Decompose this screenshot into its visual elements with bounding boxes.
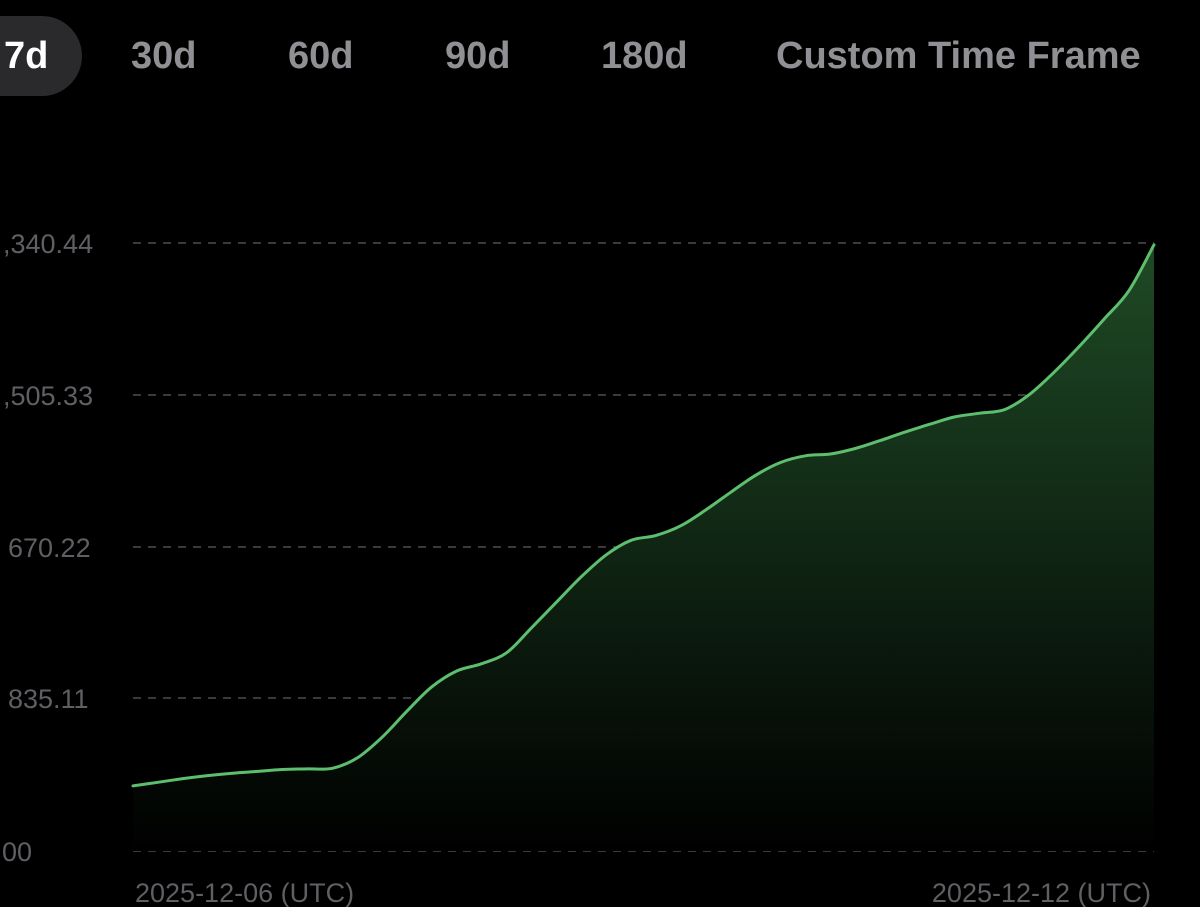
y-tick-label-1: ,505.33	[3, 381, 93, 411]
y-tick-label-3: 835.11	[8, 684, 89, 714]
y-tick-label-4: 00	[2, 837, 32, 867]
x-tick-label-1: 2025-12-12 (UTC)	[932, 878, 1151, 907]
x-axis-labels: 2025-12-06 (UTC) 2025-12-12 (UTC)	[135, 878, 1151, 907]
x-tick-label-0: 2025-12-06 (UTC)	[135, 878, 354, 907]
area-chart: ,340.44 ,505.33 670.22 835.11 00 2025-12-06 …	[2, 229, 1156, 907]
y-tick-label-0: ,340.44	[3, 229, 93, 259]
y-axis-labels: ,340.44 ,505.33 670.22 835.11 00	[2, 229, 93, 867]
chart-page: 7d 30d 60d 90d 180d Custom Time Frame ,3…	[0, 0, 1200, 907]
y-tick-label-2: 670.22	[8, 533, 91, 563]
